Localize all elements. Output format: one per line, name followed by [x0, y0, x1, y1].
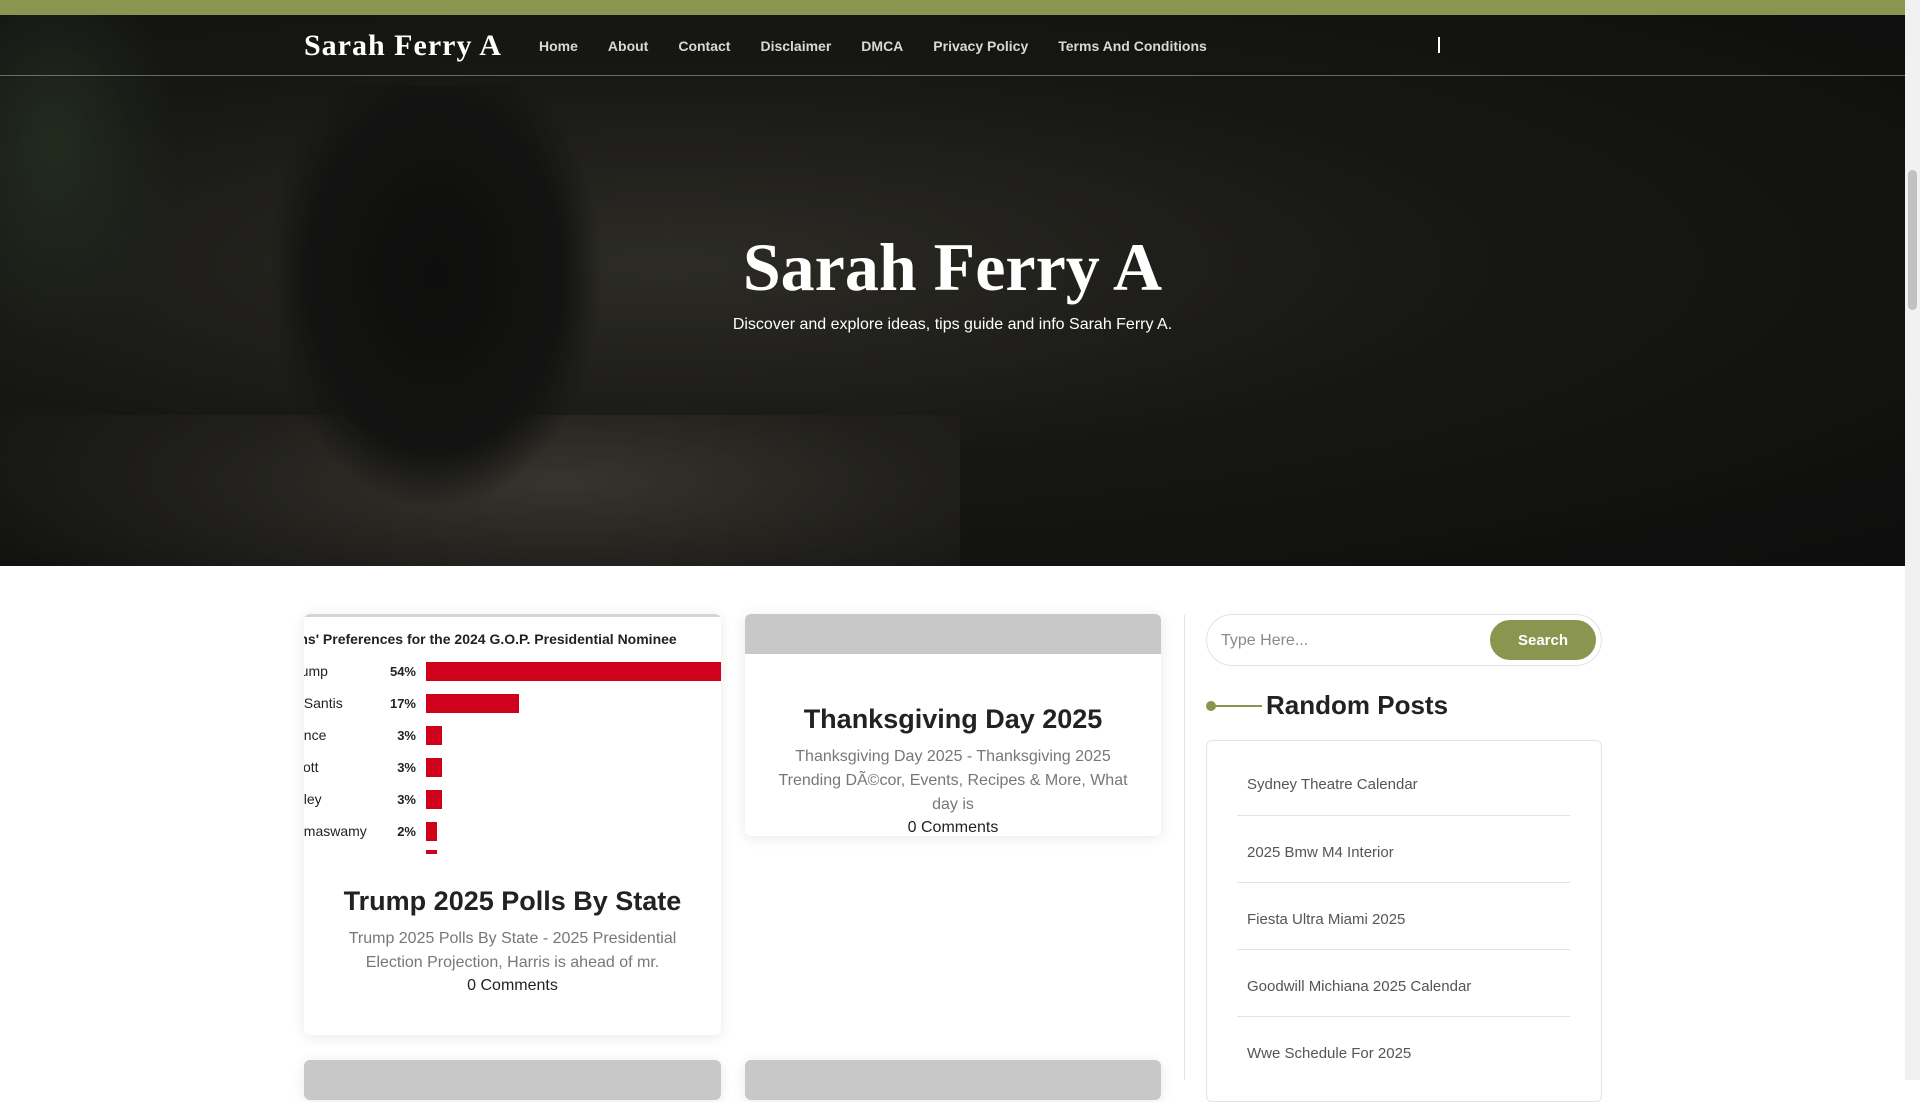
- site-brand-link[interactable]: Sarah Ferry A: [304, 29, 502, 63]
- post-thumbnail-placeholder[interactable]: [745, 1060, 1161, 1100]
- post-comments-count[interactable]: 0 Comments: [765, 819, 1141, 836]
- post-excerpt: Trump 2025 Polls By State - 2025 Preside…: [348, 930, 677, 971]
- sidebar-search-button[interactable]: Search: [1490, 620, 1596, 660]
- thumbnail-chart-row: eSantis 17%: [304, 693, 721, 713]
- nav-dmca[interactable]: DMCA: [846, 38, 918, 54]
- thumbnail-chart-bar-partial: [426, 850, 437, 854]
- nav-home[interactable]: Home: [524, 38, 593, 54]
- hero-title: Sarah Ferry A: [742, 229, 1163, 305]
- thumbnail-chart-row: ence 3%: [304, 725, 721, 745]
- list-item: 2025 Bmw M4 Interior: [1237, 815, 1570, 883]
- thumbnail-chart-bar: [426, 790, 442, 809]
- sidebar-search-input[interactable]: [1219, 627, 1483, 655]
- heading-line-decoration: [1214, 705, 1262, 707]
- post-thumbnail-placeholder[interactable]: [304, 1060, 721, 1100]
- thumbnail-chart-value: 17%: [389, 696, 416, 711]
- nav-privacy-policy[interactable]: Privacy Policy: [918, 38, 1043, 54]
- list-item: Sydney Theatre Calendar: [1237, 741, 1570, 816]
- random-posts-list: Sydney Theatre Calendar 2025 Bmw M4 Inte…: [1206, 740, 1602, 1102]
- post-title-link[interactable]: Thanksgiving Day 2025: [765, 704, 1141, 735]
- search-toggle-icon[interactable]: [1438, 37, 1440, 53]
- thumbnail-chart-value: 3%: [397, 728, 416, 743]
- hero-banner: Sarah Ferry A Discover and explore ideas…: [0, 15, 1905, 566]
- nav-about[interactable]: About: [593, 38, 663, 54]
- random-posts-heading: Random Posts: [1206, 688, 1600, 724]
- post-excerpt: Thanksgiving Day 2025 - Thanksgiving 202…: [778, 748, 1128, 813]
- post-card: Thanksgiving Day 2025 Thanksgiving Day 2…: [745, 614, 1161, 836]
- thumbnail-chart-row: cott 3%: [304, 757, 721, 777]
- thumbnail-chart-value: 3%: [397, 760, 416, 775]
- nav-contact[interactable]: Contact: [663, 38, 745, 54]
- thumbnail-chart-label: aley: [304, 791, 322, 807]
- thumbnail-chart-bar: [426, 758, 442, 777]
- list-item: Fiesta Ultra Miami 2025: [1237, 882, 1570, 950]
- hero-subtitle: Discover and explore ideas, tips guide a…: [732, 316, 1173, 333]
- main-menu: Home About Contact Disclaimer DMCA Priva…: [524, 38, 1222, 54]
- random-post-link[interactable]: Sydney Theatre Calendar: [1247, 776, 1418, 793]
- thumbnail-chart-title: licans' Preferences for the 2024 G.O.P. …: [304, 631, 677, 647]
- thumbnail-chart-row: rump 54%: [304, 661, 721, 681]
- top-accent-bar: [0, 0, 1905, 15]
- thumbnail-chart-bar: [426, 662, 721, 681]
- thumbnail-chart-label: ence: [304, 727, 327, 743]
- thumbnail-chart-label: amaswamy: [304, 823, 367, 839]
- random-post-link[interactable]: Goodwill Michiana 2025 Calendar: [1247, 978, 1471, 995]
- post-card: [304, 1060, 721, 1100]
- nav-terms-and-conditions[interactable]: Terms And Conditions: [1043, 38, 1222, 54]
- post-card: [745, 1060, 1161, 1100]
- list-item: Wwe Schedule For 2025: [1237, 1016, 1570, 1083]
- thumbnail-chart-label: cott: [304, 759, 319, 775]
- post-comments-count[interactable]: 0 Comments: [324, 977, 701, 995]
- thumbnail-chart-label: rump: [304, 663, 328, 679]
- thumbnail-chart-value: 54%: [389, 664, 416, 679]
- thumbnail-chart-row: amaswamy 2%: [304, 821, 721, 841]
- content-sidebar-divider: [1184, 615, 1185, 1080]
- post-title-link[interactable]: Trump 2025 Polls By State: [324, 886, 701, 917]
- thumbnail-chart-bar: [426, 726, 442, 745]
- list-item: Goodwill Michiana 2025 Calendar: [1237, 949, 1570, 1017]
- thumbnail-chart-label: eSantis: [304, 695, 343, 711]
- random-post-link[interactable]: 2025 Bmw M4 Interior: [1247, 844, 1394, 861]
- thumbnail-chart-bar: [426, 822, 437, 841]
- thumbnail-chart-bar: [426, 694, 519, 713]
- page-scrollbar-thumb[interactable]: [1908, 170, 1917, 310]
- post-card: licans' Preferences for the 2024 G.O.P. …: [304, 614, 721, 1035]
- sidebar-search-form: Search: [1206, 614, 1602, 666]
- main-navbar: Sarah Ferry A Home About Contact Disclai…: [0, 15, 1905, 76]
- thumbnail-chart-row: aley 3%: [304, 789, 721, 809]
- page-scrollbar[interactable]: [1905, 0, 1920, 1080]
- random-post-link[interactable]: Fiesta Ultra Miami 2025: [1247, 911, 1405, 928]
- nav-disclaimer[interactable]: Disclaimer: [745, 38, 846, 54]
- thumbnail-chart-value: 2%: [397, 824, 416, 839]
- thumbnail-chart-value: 3%: [397, 792, 416, 807]
- random-post-link[interactable]: Wwe Schedule For 2025: [1247, 1045, 1411, 1062]
- post-thumbnail-chart[interactable]: licans' Preferences for the 2024 G.O.P. …: [304, 614, 721, 857]
- random-posts-title: Random Posts: [1266, 690, 1449, 720]
- post-thumbnail-placeholder[interactable]: [745, 614, 1161, 654]
